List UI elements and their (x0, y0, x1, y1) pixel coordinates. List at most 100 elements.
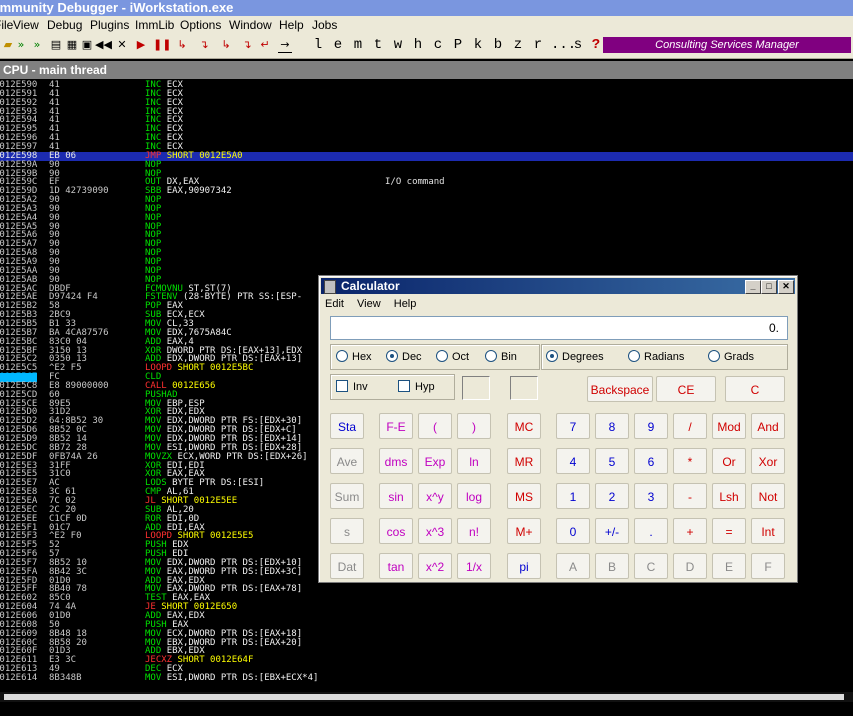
disasm-row[interactable]: 0012E5A990NOP (0, 258, 853, 267)
calc-key[interactable]: D (673, 553, 707, 579)
calc-menu-edit[interactable]: Edit (325, 298, 344, 310)
calc-key[interactable]: pi (507, 553, 541, 579)
disasm-row[interactable]: 0012E60C8B58 20MOV EBX,DWORD PTR DS:[EAX… (0, 638, 853, 648)
calc-key[interactable]: Ave (330, 448, 364, 474)
calc-key[interactable]: Int (751, 518, 785, 544)
calc-key[interactable]: n! (457, 518, 491, 544)
step-over-icon[interactable]: ↴ (197, 38, 211, 52)
toolbar-run-trace-button[interactable]: ... (551, 37, 576, 53)
calc-key[interactable]: s (330, 518, 364, 544)
calc-key[interactable]: ln (457, 448, 491, 474)
close-icon[interactable]: ✕ (115, 38, 129, 52)
menu-immlib[interactable]: ImmLib (135, 18, 174, 32)
disasm-row[interactable]: 0012E60474 4AJE SHORT 0012E650 (0, 603, 853, 612)
menu-options[interactable]: Options (180, 18, 221, 32)
run-icon[interactable]: ▶ (134, 38, 148, 52)
disasm-row[interactable]: 0012E5A890NOP (0, 249, 853, 258)
calc-key[interactable]: And (751, 413, 785, 439)
menu-file[interactable]: File (0, 18, 13, 32)
calc-key[interactable]: A (556, 553, 590, 579)
toolbar-modules-button[interactable]: e (331, 37, 345, 53)
disasm-row[interactable]: 0012E5A690NOP (0, 231, 853, 240)
memory-map-icon[interactable]: ▦ (65, 38, 79, 52)
calc-key[interactable]: 7 (556, 413, 590, 439)
disasm-row[interactable]: 0012E5A790NOP (0, 240, 853, 249)
disasm-row[interactable]: 0012E5A290NOP (0, 196, 853, 205)
calc-key[interactable]: Dat (330, 553, 364, 579)
calc-key[interactable]: 5 (595, 448, 629, 474)
toolbar-callstack-button[interactable]: k (471, 37, 485, 53)
calc-key[interactable]: + (673, 518, 707, 544)
disasm-row[interactable]: 0012E59441INC ECX (0, 116, 853, 125)
calc-key[interactable]: Mod (712, 413, 746, 439)
radio-hex[interactable]: Hex (336, 350, 372, 363)
disasm-row[interactable]: 0012E60850PUSH EAX (0, 620, 853, 630)
execute-till-return-icon[interactable]: ↵ (258, 38, 272, 52)
calc-key[interactable]: . (634, 518, 668, 544)
calc-key[interactable]: ) (457, 413, 491, 439)
window-list-icon[interactable]: ▤ (49, 38, 63, 52)
step-icon[interactable]: » (30, 38, 44, 52)
calc-key[interactable]: MS (507, 483, 541, 509)
calc-key[interactable]: 9 (634, 413, 668, 439)
calc-key[interactable]: 1/x (457, 553, 491, 579)
horizontal-scrollbar[interactable] (0, 692, 853, 702)
toolbar-cpu-button[interactable]: c (431, 37, 445, 53)
menu-view[interactable]: View (13, 18, 39, 32)
disasm-row[interactable]: 0012E5A590NOP (0, 222, 853, 232)
calc-key[interactable]: * (673, 448, 707, 474)
help-icon[interactable]: ? (589, 37, 603, 53)
calc-key[interactable]: x^2 (418, 553, 452, 579)
disasm-row[interactable]: 0012E60285C0TEST EAX,EAX (0, 594, 853, 603)
calc-key[interactable]: M+ (507, 518, 541, 544)
toolbar-memory-button[interactable]: m (351, 37, 365, 53)
menu-jobs[interactable]: Jobs (312, 18, 337, 32)
calc-key[interactable]: Sta (330, 413, 364, 439)
calc-key[interactable]: B (595, 553, 629, 579)
consulting-services-button[interactable]: Consulting Services Manager (603, 37, 851, 53)
calc-key[interactable]: sin (379, 483, 413, 509)
calc-key[interactable]: 2 (595, 483, 629, 509)
disasm-row[interactable]: 0012E598EB 06JMP SHORT 0012E5A0 (0, 151, 853, 161)
toolbar-references-button[interactable]: r (531, 37, 545, 53)
clear-button[interactable]: C (725, 376, 785, 402)
disasm-row[interactable]: 0012E59D1D 42739090SBB EAX,90907342 (0, 187, 853, 196)
disasm-row[interactable]: 0012E59041INC ECX (0, 81, 853, 90)
open-folder-icon[interactable]: ▰ (1, 38, 15, 52)
disasm-row[interactable]: 0012E5A390NOP (0, 204, 853, 214)
minimize-icon[interactable]: _ (745, 280, 761, 294)
maximize-icon[interactable]: □ (761, 280, 777, 294)
calc-key[interactable]: MC (507, 413, 541, 439)
calc-key[interactable]: ( (418, 413, 452, 439)
calc-key[interactable]: tan (379, 553, 413, 579)
go-to-icon[interactable]: → (278, 38, 292, 53)
toolbar-threads-button[interactable]: t (371, 37, 385, 53)
disasm-row[interactable]: 0012E59341INC ECX (0, 107, 853, 117)
checkbox-hyp[interactable]: Hyp (398, 380, 435, 393)
close-window-icon[interactable]: ✕ (778, 280, 794, 294)
calc-key[interactable]: Not (751, 483, 785, 509)
radio-radians[interactable]: Radians (628, 350, 684, 363)
disasm-row[interactable]: 0012E60601D0ADD EAX,EDX (0, 612, 853, 621)
disasm-row[interactable]: 0012E60F01D3ADD EBX,EDX (0, 647, 853, 656)
checkbox-inv[interactable]: Inv (336, 380, 368, 393)
calc-key[interactable]: MR (507, 448, 541, 474)
toolbar-patches-button[interactable]: P (451, 37, 465, 53)
calc-key[interactable]: dms (379, 448, 413, 474)
menu-window[interactable]: Window (229, 18, 272, 32)
calc-key[interactable]: C (634, 553, 668, 579)
pause-icon[interactable]: ❚❚ (153, 38, 171, 52)
disasm-row[interactable]: 0012E59541INC ECX (0, 125, 853, 134)
calc-key[interactable]: F-E (379, 413, 413, 439)
radio-bin[interactable]: Bin (485, 350, 517, 363)
disasm-row[interactable]: 0012E6098B48 18MOV ECX,DWORD PTR DS:[EAX… (0, 629, 853, 639)
calc-key[interactable]: log (457, 483, 491, 509)
disasm-row[interactable]: 0012E59741INC ECX (0, 142, 853, 152)
step-into-icon[interactable]: ↳ (175, 38, 189, 52)
toolbar-z-button[interactable]: z (511, 37, 525, 53)
calc-key[interactable]: E (712, 553, 746, 579)
disasm-row[interactable]: 0012E5FF8B40 78MOV EAX,DWORD PTR DS:[EAX… (0, 585, 853, 594)
toolbar-handles-button[interactable]: h (411, 37, 425, 53)
disasm-row[interactable]: 0012E59641INC ECX (0, 134, 853, 143)
calc-key[interactable]: 3 (634, 483, 668, 509)
